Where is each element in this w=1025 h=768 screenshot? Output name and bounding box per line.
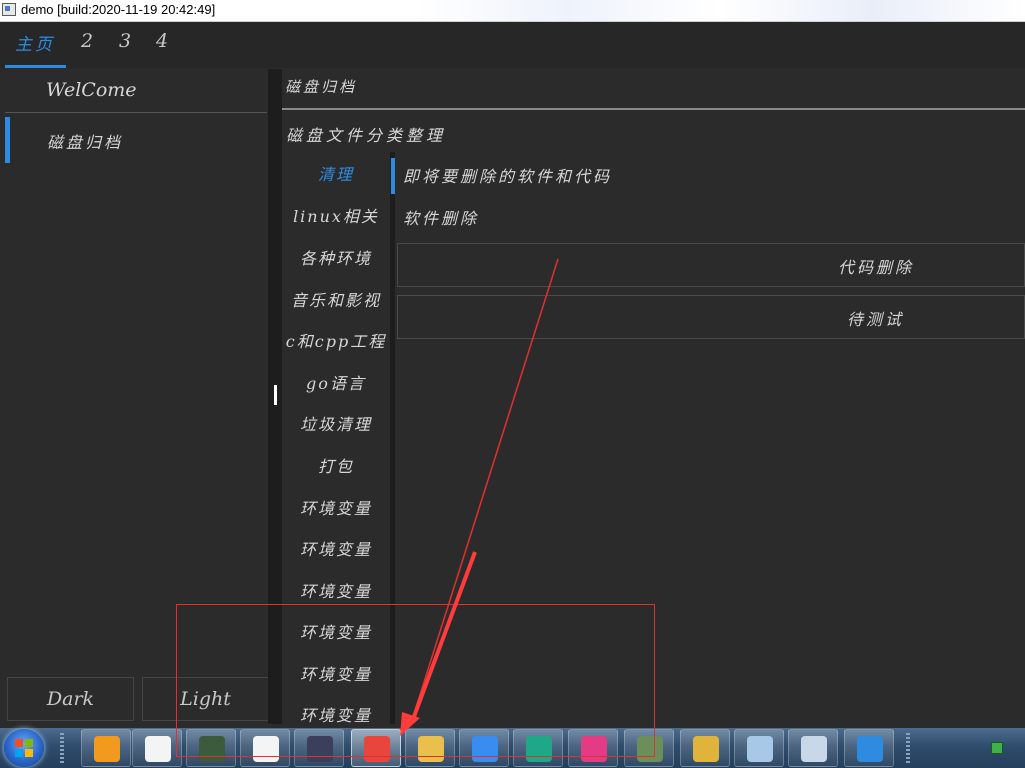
window-app-icon xyxy=(801,736,827,762)
category-item-env-vars[interactable]: 环境变量 xyxy=(282,571,390,613)
pending-test-row[interactable]: 待测试 xyxy=(397,295,1025,339)
taskbar-app-button[interactable] xyxy=(132,729,182,767)
category-item-environments[interactable]: 各种环境 xyxy=(282,238,390,280)
taskbar-app-button[interactable] xyxy=(680,729,730,767)
category-item-cleanup[interactable]: 清理 xyxy=(282,154,390,196)
category-item-go[interactable]: go语言 xyxy=(282,363,390,405)
chrome-icon xyxy=(693,736,719,762)
taskbar-app-button[interactable] xyxy=(788,729,838,767)
section-title: 磁盘文件分类整理 xyxy=(286,126,447,145)
blank-document-icon xyxy=(253,736,279,762)
pending-test-label: 待测试 xyxy=(847,310,905,329)
taskbar-app-button[interactable] xyxy=(844,729,894,767)
nav-item-disk-archive[interactable]: 磁盘归档 xyxy=(5,117,267,163)
app-window-icon xyxy=(2,3,16,16)
blank-document-icon xyxy=(145,736,171,762)
notepad-icon xyxy=(747,736,773,762)
left-navigation: WelCome 磁盘归档 xyxy=(5,69,267,724)
title-bar-background xyxy=(415,0,1025,21)
category-list: 清理 linux相关 各种环境 音乐和影视 c和cpp工程 go语言 垃圾清理 … xyxy=(282,152,390,725)
tray-status-icon[interactable] xyxy=(991,742,1003,754)
window-title-bar[interactable]: demo [build:2020-11-19 20:42:49] xyxy=(0,0,1025,22)
taskbar-grip[interactable] xyxy=(906,733,910,763)
active-tab-indicator xyxy=(5,65,66,68)
phone-app-icon xyxy=(857,736,883,762)
category-item-music-video[interactable]: 音乐和影视 xyxy=(282,280,390,322)
category-item-packaging[interactable]: 打包 xyxy=(282,446,390,488)
taskbar-app-button[interactable] xyxy=(513,729,563,767)
category-item-junk-cleanup[interactable]: 垃圾清理 xyxy=(282,404,390,446)
upwork-icon xyxy=(526,736,552,762)
taskbar-app-button[interactable] xyxy=(81,729,131,767)
taskbar-grip[interactable] xyxy=(60,733,64,763)
taskbar-app-button[interactable] xyxy=(240,729,290,767)
code-delete-label: 代码删除 xyxy=(838,258,915,277)
monitor-app-icon xyxy=(637,736,663,762)
taskbar-app-button[interactable] xyxy=(568,729,618,767)
tab-2[interactable]: 2 xyxy=(76,30,98,58)
taskbar-app-button[interactable] xyxy=(294,729,344,767)
software-delete-label[interactable]: 软件删除 xyxy=(403,205,479,229)
category-item-env-vars[interactable]: 环境变量 xyxy=(282,529,390,571)
category-item-c-cpp[interactable]: c和cpp工程 xyxy=(282,321,390,363)
terminal-arrows-icon xyxy=(581,736,607,762)
taskbar-app-button[interactable] xyxy=(734,729,784,767)
tab-home[interactable]: 主页 xyxy=(10,30,60,58)
taskbar-app-button[interactable] xyxy=(405,729,455,767)
file-explorer-icon xyxy=(418,736,444,762)
splitter-handle[interactable] xyxy=(274,385,277,405)
puzzle-app-icon xyxy=(364,736,390,762)
tab-3[interactable]: 3 xyxy=(114,30,136,58)
content-header: 磁盘归档 xyxy=(282,69,1025,110)
nav-item-welcome[interactable]: WelCome xyxy=(5,71,267,113)
network-tool-icon xyxy=(199,736,225,762)
category-divider xyxy=(390,152,395,724)
category-item-env-vars[interactable]: 环境变量 xyxy=(282,612,390,654)
light-theme-button[interactable]: Light xyxy=(142,677,269,721)
category-item-linux[interactable]: linux相关 xyxy=(282,196,390,238)
search-magnifier-icon xyxy=(94,736,120,762)
tab-4[interactable]: 4 xyxy=(151,30,173,58)
window-title: demo [build:2020-11-19 20:42:49] xyxy=(21,2,216,17)
category-item-env-vars[interactable]: 环境变量 xyxy=(282,654,390,696)
dark-theme-button[interactable]: Dark xyxy=(7,677,134,721)
sub-item-active-marker xyxy=(391,158,395,194)
taskbar-app-button[interactable] xyxy=(459,729,509,767)
top-tab-bar: 主页 2 3 4 xyxy=(0,22,1025,68)
media-player-icon xyxy=(472,736,498,762)
taskbar-app-button[interactable] xyxy=(351,729,401,767)
category-item-env-vars[interactable]: 环境变量 xyxy=(282,488,390,530)
tray-clock[interactable] xyxy=(1010,737,1025,759)
taskbar-app-button[interactable] xyxy=(624,729,674,767)
code-delete-row[interactable]: 代码删除 xyxy=(397,243,1025,287)
taskbar-app-button[interactable] xyxy=(186,729,236,767)
sub-item-pending-delete[interactable]: 即将要删除的软件和代码 xyxy=(403,163,612,187)
goland-icon xyxy=(307,736,333,762)
windows-logo-icon xyxy=(15,739,33,757)
